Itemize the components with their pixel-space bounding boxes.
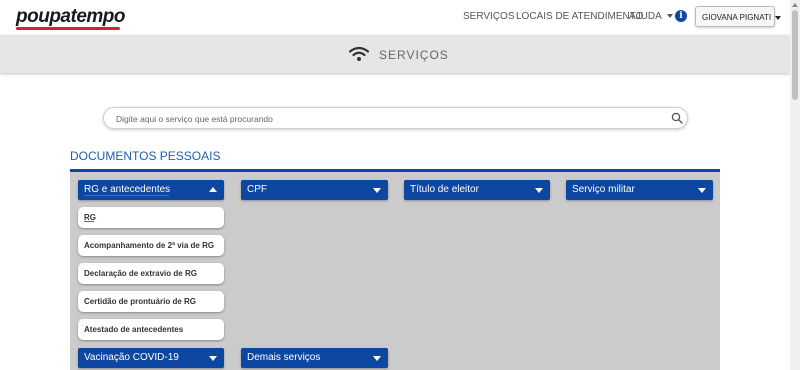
chevron-down-icon bbox=[373, 188, 381, 193]
services-banner: SERVIÇOS bbox=[0, 35, 790, 73]
subitem-acompanhamento-2-via-rg[interactable]: Acompanhamento de 2ª via de RG bbox=[78, 235, 224, 256]
category-label: Serviço militar bbox=[572, 184, 635, 195]
top-navbar: poupatempo SERVIÇOS LOCAIS DE ATENDIMENT… bbox=[0, 0, 790, 35]
category-label: Vacinação COVID-19 bbox=[84, 352, 179, 363]
user-menu-button[interactable]: GIOVANA PIGNATI bbox=[695, 6, 775, 27]
nav-servicos[interactable]: SERVIÇOS bbox=[463, 11, 515, 22]
scroll-thumb[interactable] bbox=[792, 10, 798, 100]
category-vacinacao-covid-19[interactable]: Vacinação COVID-19 bbox=[78, 348, 224, 368]
user-name: GIOVANA PIGNATI bbox=[702, 13, 772, 22]
active-underline bbox=[84, 221, 94, 222]
poupatempo-logo[interactable]: poupatempo bbox=[16, 6, 126, 28]
subitem-label: Atestado de antecedentes bbox=[84, 325, 184, 334]
search-input[interactable] bbox=[114, 111, 658, 127]
category-rg-e-antecedentes[interactable]: RG e antecedentes bbox=[78, 180, 224, 200]
subitem-certidao-prontuario-rg[interactable]: Certidão de prontuário de RG bbox=[78, 291, 224, 312]
chevron-up-icon bbox=[209, 187, 217, 192]
info-icon[interactable]: i bbox=[675, 10, 687, 22]
scroll-up-arrow-icon[interactable] bbox=[792, 3, 798, 7]
logo-underline bbox=[16, 27, 120, 30]
category-cpf[interactable]: CPF bbox=[241, 180, 388, 200]
search-icon[interactable] bbox=[671, 112, 683, 124]
chevron-down-icon bbox=[373, 356, 381, 361]
category-label: Título de eleitor bbox=[410, 184, 479, 195]
page-title: SERVIÇOS bbox=[379, 48, 449, 62]
category-servico-militar[interactable]: Serviço militar bbox=[566, 180, 713, 200]
subitem-rg[interactable]: RG bbox=[78, 207, 224, 228]
search-bar bbox=[103, 107, 688, 129]
category-label: RG e antecedentes bbox=[84, 184, 171, 195]
active-underline bbox=[84, 195, 169, 196]
subitem-atestado-antecedentes[interactable]: Atestado de antecedentes bbox=[78, 319, 224, 340]
subitem-label: Certidão de prontuário de RG bbox=[84, 297, 197, 306]
category-label: CPF bbox=[247, 184, 267, 195]
chevron-down-icon bbox=[535, 188, 543, 193]
vertical-scrollbar[interactable] bbox=[790, 0, 800, 370]
nav-ajuda-dropdown[interactable]: AJUDA bbox=[629, 11, 673, 22]
nav-locais-de-atendimento[interactable]: LOCAIS DE ATENDIMENTO bbox=[516, 11, 643, 22]
nav-ajuda-label: AJUDA bbox=[629, 11, 662, 22]
wifi-icon bbox=[349, 46, 369, 61]
chevron-down-icon bbox=[209, 356, 217, 361]
category-demais-servicos[interactable]: Demais serviços bbox=[241, 348, 388, 368]
subitem-label: Declaração de extravio de RG bbox=[84, 269, 197, 278]
chevron-down-icon bbox=[698, 188, 706, 193]
subitem-declaracao-extravio-rg[interactable]: Declaração de extravio de RG bbox=[78, 263, 224, 284]
subitem-label: Acompanhamento de 2ª via de RG bbox=[84, 241, 215, 250]
category-label: Demais serviços bbox=[247, 352, 321, 363]
category-titulo-de-eleitor[interactable]: Título de eleitor bbox=[404, 180, 550, 200]
section-title: DOCUMENTOS PESSOAIS bbox=[70, 149, 221, 163]
